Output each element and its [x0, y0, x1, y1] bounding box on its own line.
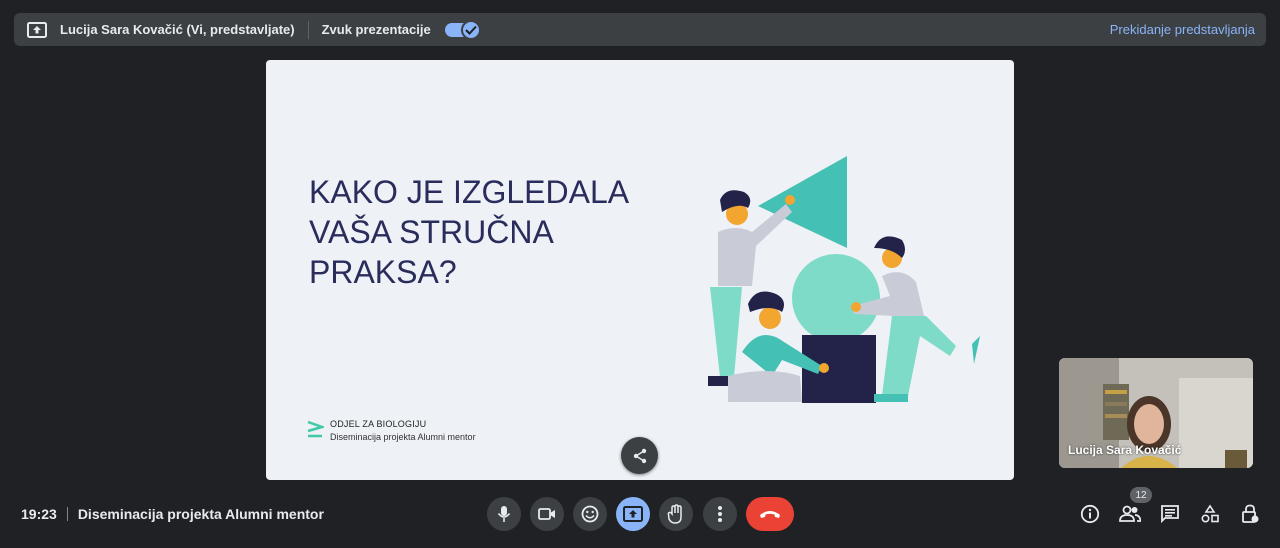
slide-title: KAKO JE IZGLEDALA VAŠA STRUČNA PRAKSA? [309, 172, 669, 292]
participants-button[interactable] [1119, 503, 1141, 525]
presenting-bar: Lucija Sara Kovačić (Vi, predstavljate) … [14, 13, 1266, 46]
reactions-button[interactable] [573, 497, 607, 531]
meeting-info: 19:23 Diseminacija projekta Alumni mento… [21, 506, 324, 522]
host-controls-button[interactable] [1239, 503, 1261, 525]
end-call-icon [760, 511, 780, 518]
department-logo: ODJEL ZA BIOLOGIJU Diseminacija projekta… [306, 419, 476, 442]
presentation-audio-label: Zvuk prezentacije [321, 22, 431, 37]
emoji-icon [581, 505, 599, 523]
microphone-icon [497, 506, 511, 522]
present-screen-icon [623, 506, 643, 522]
raise-hand-icon [667, 504, 682, 524]
presenter-name: Lucija Sara Kovačić (Vi, predstavljate) [60, 22, 295, 37]
meeting-details-button[interactable] [1079, 503, 1101, 525]
stop-presenting-button[interactable]: Prekidanje predstavljanja [1110, 22, 1255, 37]
share-icon [633, 448, 646, 463]
more-options-button[interactable] [703, 497, 737, 531]
presentation-audio-toggle[interactable] [444, 19, 481, 40]
present-screen-icon [26, 21, 48, 39]
logo-mark-icon [307, 420, 324, 438]
end-call-button[interactable] [746, 497, 794, 531]
self-view-name: Lucija Sara Kovačić [1068, 443, 1182, 457]
chat-icon [1161, 505, 1179, 524]
slide-title-line: PRAKSA? [309, 254, 457, 290]
meeting-name: Diseminacija projekta Alumni mentor [77, 506, 324, 522]
lock-person-icon [1242, 504, 1259, 523]
activities-button[interactable] [1199, 503, 1221, 525]
logo-project-name: Diseminacija projekta Alumni mentor [330, 432, 476, 442]
more-options-icon [718, 506, 722, 522]
camera-button[interactable] [530, 497, 564, 531]
self-view-tile[interactable]: Lucija Sara Kovačić [1059, 358, 1253, 468]
divider [66, 507, 68, 521]
activities-icon [1201, 504, 1219, 523]
people-icon [1119, 505, 1141, 522]
raise-hand-button[interactable] [659, 497, 693, 531]
presentation-slide: KAKO JE IZGLEDALA VAŠA STRUČNA PRAKSA? O… [266, 60, 1014, 480]
present-now-button[interactable] [616, 497, 650, 531]
share-button[interactable] [621, 437, 658, 474]
slide-title-line: VAŠA STRUČNA [309, 214, 554, 250]
microphone-button[interactable] [487, 497, 521, 531]
slide-title-line: KAKO JE IZGLEDALA [309, 174, 630, 210]
teamwork-illustration [708, 156, 980, 403]
logo-department-name: ODJEL ZA BIOLOGIJU [330, 419, 427, 429]
participants-count-badge: 12 [1130, 487, 1152, 503]
info-icon [1080, 504, 1100, 524]
divider [307, 20, 309, 39]
camera-icon [538, 508, 555, 520]
chat-button[interactable] [1159, 503, 1181, 525]
checkmark-icon [460, 19, 481, 40]
meeting-time: 19:23 [21, 506, 57, 522]
